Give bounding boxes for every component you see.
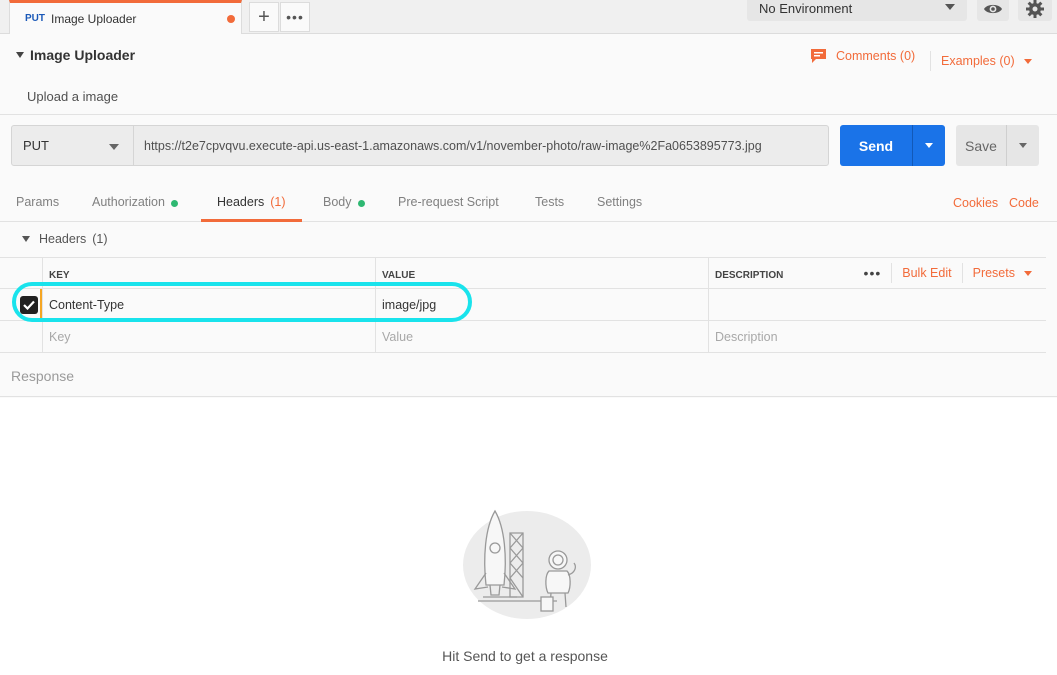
row-key-input[interactable]: Content-Type	[42, 289, 375, 320]
request-title: Image Uploader	[30, 47, 136, 63]
row-key: Content-Type	[49, 297, 125, 312]
chevron-down-icon	[109, 144, 119, 150]
caret-down-icon	[22, 236, 30, 242]
value-placeholder: Value	[382, 329, 414, 344]
gear-icon	[1026, 0, 1044, 18]
tab-body[interactable]: Body	[323, 186, 365, 222]
table-row-new: Key Value Description	[0, 321, 1046, 353]
table-row: Content-Type image/jpg	[0, 289, 1046, 321]
tab-tests[interactable]: Tests	[535, 186, 564, 222]
comment-icon	[811, 49, 826, 63]
settings-button[interactable]	[1018, 0, 1052, 21]
url-input[interactable]: https://t2e7cpvqvu.execute-api.us-east-1…	[133, 125, 829, 166]
row-value-input[interactable]: image/jpg	[375, 289, 708, 320]
method-value: PUT	[23, 138, 49, 153]
save-button[interactable]: Save	[956, 125, 1039, 166]
response-body: Hit Send to get a response	[0, 398, 1057, 675]
table-header-row: KEY VALUE DESCRIPTION ••• Bulk Edit Pres…	[0, 257, 1046, 289]
tab-settings[interactable]: Settings	[597, 186, 642, 222]
send-button[interactable]: Send	[840, 125, 945, 166]
cookies-link[interactable]: Cookies	[953, 196, 998, 210]
header-actions: ••• Bulk Edit Presets	[854, 258, 1046, 288]
chevron-down-icon	[925, 143, 933, 148]
request-header: Image Uploader Upload a image Comments (…	[0, 35, 1057, 115]
bulk-edit-button[interactable]: Bulk Edit	[892, 263, 963, 283]
comments-button[interactable]: Comments (0)	[810, 48, 915, 64]
headers-table: KEY VALUE DESCRIPTION ••• Bulk Edit Pres…	[0, 257, 1046, 353]
more-dots-icon: •••	[286, 9, 304, 25]
chevron-down-icon	[1019, 143, 1027, 148]
request-description: Upload a image	[27, 89, 119, 104]
tab-label: Settings	[597, 195, 643, 209]
save-options-button[interactable]	[1007, 143, 1039, 148]
tab-label: Pre-request Script	[398, 195, 499, 209]
send-label: Send	[858, 137, 894, 154]
chevron-down-icon	[1023, 58, 1032, 64]
description-placeholder: Description	[715, 329, 778, 344]
tab-label: Authorization	[92, 195, 165, 209]
tab-options-button[interactable]: •••	[280, 2, 310, 32]
response-bar: Response	[0, 355, 1057, 397]
environment-select[interactable]: No Environment	[747, 0, 967, 21]
send-options-button[interactable]	[913, 143, 945, 148]
column-key: KEY	[42, 258, 375, 288]
request-tab[interactable]: PUT Image Uploader	[9, 0, 242, 34]
more-dots-icon[interactable]: •••	[854, 263, 893, 283]
row-enabled-checkbox[interactable]	[20, 296, 38, 314]
headers-section-count: (1)	[92, 232, 108, 246]
headers-section-toggle[interactable]: Headers (1)	[22, 232, 108, 246]
url-value: https://t2e7cpvqvu.execute-api.us-east-1…	[144, 138, 762, 153]
presets-label: Presets	[972, 266, 1015, 280]
tab-pre-request-script[interactable]: Pre-request Script	[398, 186, 499, 222]
row-value: image/jpg	[382, 297, 437, 312]
tab-label: Tests	[535, 195, 565, 209]
examples-button[interactable]: Examples (0)	[930, 51, 1032, 71]
presets-button[interactable]: Presets	[963, 266, 1046, 280]
code-link[interactable]: Code	[1009, 196, 1039, 210]
headers-section-title: Headers	[39, 232, 87, 246]
method-select[interactable]: PUT	[11, 125, 134, 166]
eye-icon	[984, 4, 1002, 13]
environment-label: No Environment	[759, 1, 853, 16]
environment-quick-look-button[interactable]	[977, 0, 1009, 21]
tab-params[interactable]: Params	[16, 186, 59, 222]
examples-label: Examples (0)	[941, 54, 1015, 68]
unsaved-dot-icon	[227, 15, 235, 23]
tab-label: Body	[323, 195, 352, 209]
empty-response-message: Hit Send to get a response	[442, 648, 608, 664]
status-dot-icon	[357, 200, 365, 207]
checkmark-icon	[23, 300, 35, 310]
rocket-astronaut-illustration-icon	[463, 509, 591, 619]
tab-headers[interactable]: Headers (1)	[201, 186, 302, 222]
row-description-input[interactable]	[708, 289, 1046, 320]
column-value: VALUE	[375, 258, 708, 288]
request-title-toggle[interactable]: Image Uploader	[16, 47, 135, 63]
plus-icon: +	[258, 5, 270, 28]
key-placeholder: Key	[49, 329, 71, 344]
tab-label: Params	[16, 195, 60, 209]
tab-authorization[interactable]: Authorization	[92, 186, 178, 222]
new-key-input[interactable]: Key	[42, 321, 375, 352]
tab-method: PUT	[25, 13, 45, 24]
caret-down-icon	[16, 52, 24, 58]
request-subtabs: Params Authorization Headers (1) Body Pr…	[0, 186, 1057, 222]
new-tab-button[interactable]: +	[249, 2, 279, 32]
tab-label: Headers	[217, 195, 265, 209]
save-label: Save	[965, 137, 997, 154]
status-dot-icon	[170, 200, 178, 207]
response-label: Response	[11, 368, 75, 384]
chevron-down-icon	[1024, 270, 1032, 276]
new-description-input[interactable]: Description	[708, 321, 1046, 352]
tab-title: Image Uploader	[51, 11, 137, 26]
tab-strip: PUT Image Uploader + ••• No Environment	[0, 0, 1057, 34]
tab-count: (1)	[270, 195, 286, 209]
new-value-input[interactable]: Value	[375, 321, 708, 352]
chevron-down-icon	[945, 4, 955, 10]
comments-label: Comments (0)	[836, 49, 916, 63]
